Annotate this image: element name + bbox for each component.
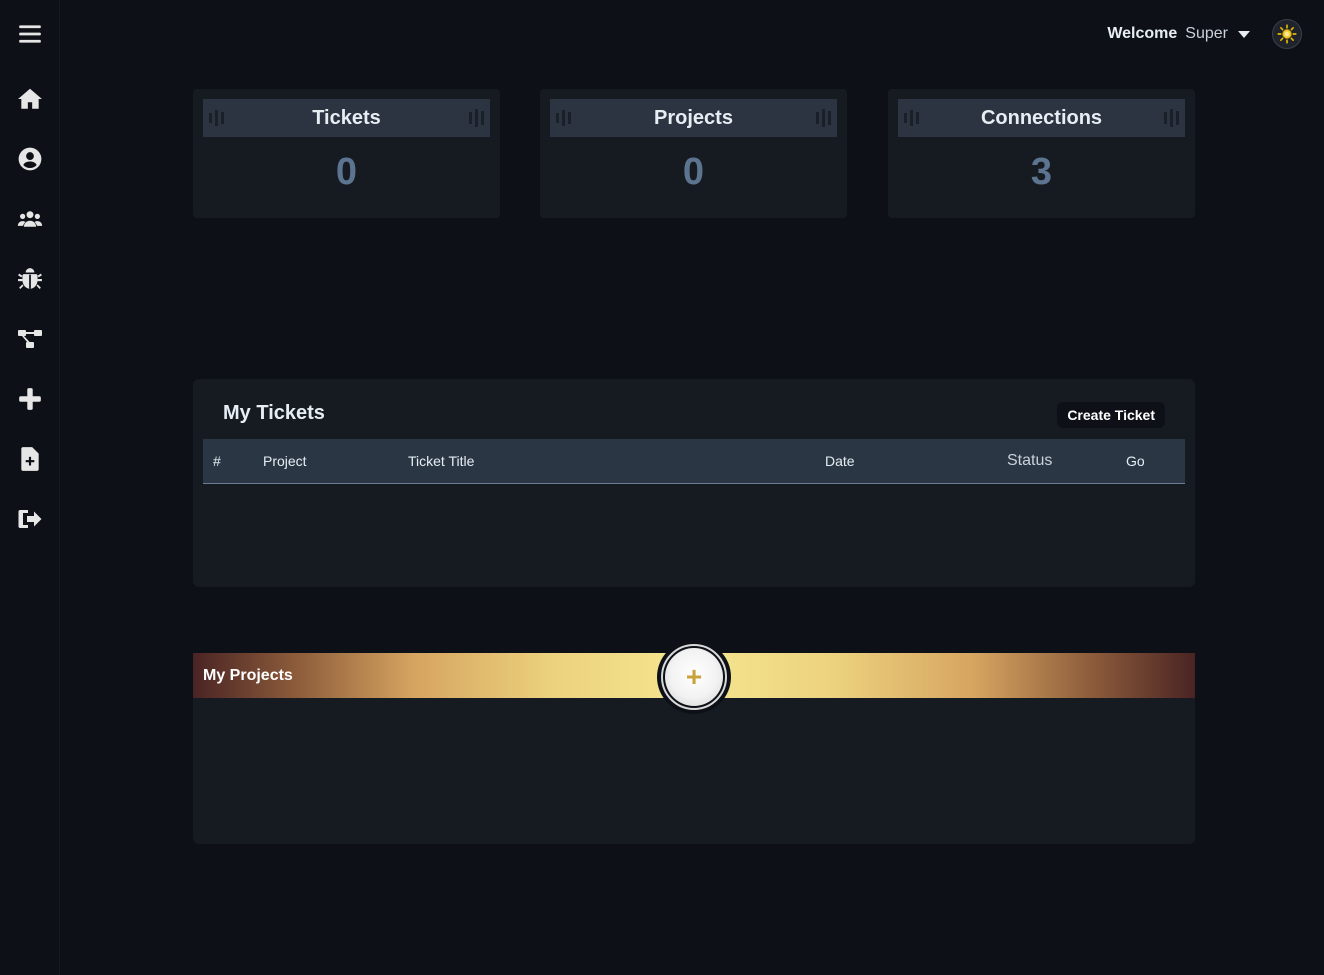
column-header-go[interactable]: Go [1126,453,1145,469]
sidebar [0,0,60,975]
sidebar-item-logout[interactable] [12,501,48,537]
create-ticket-button[interactable]: Create Ticket [1057,402,1165,428]
theme-toggle-button[interactable] [1272,19,1302,49]
menu-toggle-button[interactable] [12,16,48,52]
bug-icon [18,268,42,289]
sign-out-icon [18,510,42,528]
sidebar-item-bugs[interactable] [12,261,48,297]
username[interactable]: Super [1185,25,1228,43]
stat-value: 3 [1030,151,1053,193]
file-add-icon [21,447,39,471]
column-header-number[interactable]: # [213,453,221,469]
column-header-status[interactable]: Status [1007,452,1052,470]
sidebar-item-projects[interactable] [12,321,48,357]
stat-card-projects: Projects 0 [540,89,847,218]
project-diagram-icon [18,330,42,348]
plus-icon: + [685,661,703,692]
column-header-ticket-title[interactable]: Ticket Title [408,453,474,469]
stat-title: Projects [654,106,733,129]
user-circle-icon [18,147,42,171]
sidebar-item-home[interactable] [12,81,48,117]
stat-card-tickets: Tickets 0 [193,89,500,218]
sidebar-item-add[interactable] [12,381,48,417]
sidebar-item-team[interactable] [12,201,48,237]
panel-title: My Tickets [223,402,325,424]
stat-card-header: Connections [898,99,1185,137]
add-project-button[interactable]: + [657,640,731,714]
sidebar-item-new-file[interactable] [12,441,48,477]
column-header-project[interactable]: Project [263,453,307,469]
stat-card-header: Tickets [203,99,490,137]
home-icon [18,88,42,109]
sun-icon [1277,24,1297,44]
tickets-table-header: # Project Ticket Title Date Status Go [203,439,1185,484]
stat-title: Tickets [312,106,381,129]
stat-title: Connections [980,106,1103,129]
sidebar-item-profile[interactable] [12,141,48,177]
user-menu: Welcome Super [1107,18,1302,50]
stat-card-connections: Connections 3 [888,89,1195,218]
users-icon [17,211,43,227]
stat-value: 0 [335,151,358,193]
stat-card-header: Projects [550,99,837,137]
chevron-down-icon[interactable] [1238,30,1250,38]
my-tickets-panel: My Tickets Create Ticket # Project Ticke… [193,379,1195,587]
plus-icon [19,388,41,410]
welcome-label: Welcome [1107,25,1178,42]
stat-value: 0 [682,151,705,193]
panel-title: My Projects [203,667,293,684]
column-header-date[interactable]: Date [825,453,855,469]
menu-icon [19,25,41,43]
